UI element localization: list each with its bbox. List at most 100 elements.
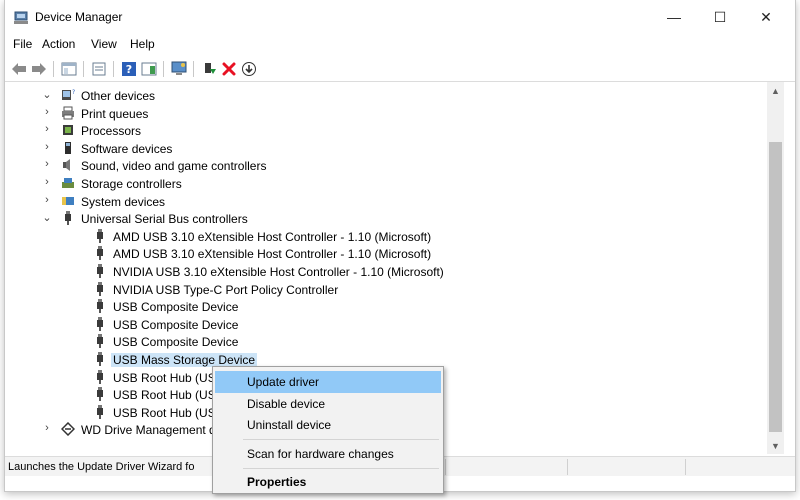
menu-update-driver-label: Update driver [247,375,320,389]
menu-scan-hardware[interactable]: Scan for hardware changes [215,443,441,465]
tree-row[interactable]: AMD USB 3.10 eXtensible Host Controller … [5,227,767,245]
usb-icon [93,387,107,402]
speaker-icon [61,158,75,172]
tree-row-label: Other devices [81,89,156,103]
system-device-icon [61,194,75,208]
chevron-down-icon[interactable]: ⌄ [41,87,53,101]
tree-row-label: Print queues [81,106,149,121]
tree-row[interactable]: › Storage controllers [5,174,767,192]
tree-row-label: Processors [81,124,142,139]
help-icon[interactable]: ? [119,59,139,79]
forward-icon[interactable] [29,59,49,79]
chevron-right-icon[interactable]: › [41,105,53,119]
tree-row-label: NVIDIA USB 3.10 eXtensible Host Controll… [113,265,444,279]
chevron-right-icon[interactable]: › [41,175,53,189]
scroll-down-button[interactable]: ▼ [767,437,784,454]
tree-row[interactable]: ⌄ Universal Serial Bus controllers [5,209,767,227]
usb-icon [93,352,107,366]
tree-row-label: Sound, video and game controllers [81,159,267,174]
tree-row[interactable]: USB Composite Device [5,332,767,350]
menu-uninstall-device-label: Uninstall device [247,418,332,432]
maximize-button[interactable]: ☐ [697,0,743,34]
update-driver-icon[interactable] [199,59,219,79]
tree-row[interactable]: › Processors [5,121,767,139]
usb-icon [93,404,107,419]
chevron-right-icon[interactable]: › [41,421,53,435]
toolbar: ? [5,56,795,82]
printer-icon [61,106,75,120]
tree-row[interactable]: › Sound, video and game controllers [5,156,767,174]
software-device-icon [61,141,75,155]
action-pane-icon[interactable] [139,59,159,79]
minimize-button[interactable]: — [651,0,697,34]
tree-row-label: Software devices [81,141,173,156]
vertical-scrollbar[interactable]: ▲ ▼ [767,82,784,454]
device-manager-icon [14,11,28,24]
usb-icon [93,334,107,349]
chevron-right-icon[interactable]: › [41,157,53,171]
tree-row-label: Storage controllers [81,177,182,191]
tree-row[interactable]: USB Composite Device [5,297,767,315]
menu-properties[interactable]: Properties [215,471,441,493]
scan-hardware-icon[interactable] [169,59,189,79]
tree-row[interactable]: NVIDIA USB Type-C Port Policy Controller [5,280,767,298]
tree-row-label: WD Drive Management de [81,423,223,438]
menu-help[interactable]: Help [130,37,155,51]
unknown-device-icon: ? [61,88,75,102]
tree-row-label: USB Composite Device [113,317,239,332]
usb-icon [93,246,107,261]
scroll-up-button[interactable]: ▲ [767,82,784,99]
storage-controller-icon [61,176,75,190]
uninstall-icon[interactable] [219,59,239,79]
status-text: Launches the Update Driver Wizard fo [8,461,195,473]
chevron-right-icon[interactable]: › [41,140,53,154]
close-button[interactable]: ✕ [743,0,789,34]
tree-row-label: NVIDIA USB Type-C Port Policy Controller [113,282,339,297]
scroll-thumb[interactable] [769,142,782,432]
show-hide-console-tree-icon[interactable] [59,59,79,79]
title-bar[interactable]: Device Manager — ☐ ✕ [5,0,795,34]
usb-icon [61,211,75,226]
back-icon[interactable] [9,59,29,79]
tree-row-label: USB Composite Device [113,300,239,315]
chevron-right-icon[interactable]: › [41,193,53,207]
tree-row-label: USB Composite Device [113,335,239,350]
menu-view[interactable]: View [91,37,117,51]
tree-row-label: AMD USB 3.10 eXtensible Host Controller … [113,247,432,262]
tree-row[interactable]: AMD USB 3.10 eXtensible Host Controller … [5,244,767,262]
menu-file[interactable]: File [13,37,32,51]
menu-bar: File Action View Help [5,34,795,54]
usb-icon [93,281,107,296]
chevron-right-icon[interactable]: › [41,122,53,136]
tree-row-label: System devices [81,194,166,209]
svg-text:?: ? [72,89,75,96]
properties-icon[interactable] [89,59,109,79]
usb-icon [93,299,107,314]
chevron-down-icon[interactable]: ⌄ [41,210,53,224]
tree-row-label: Universal Serial Bus controllers [81,212,248,227]
menu-properties-label: Properties [247,475,307,489]
wd-drive-icon [60,422,76,437]
menu-disable-device[interactable]: Disable device [215,393,441,415]
menu-disable-device-label: Disable device [247,397,326,411]
context-menu: Update driver Disable device Uninstall d… [212,366,444,494]
menu-uninstall-device[interactable]: Uninstall device [215,414,441,436]
tree-row[interactable]: › System devices [5,192,767,210]
tree-row[interactable]: ⌄? Other devices [5,86,767,104]
tree-row[interactable]: USB Composite Device [5,315,767,333]
usb-icon [93,264,107,278]
menu-update-driver[interactable]: Update driver [215,371,441,393]
usb-icon [93,369,107,384]
svg-text:?: ? [126,63,132,76]
usb-icon [93,316,107,331]
tree-row[interactable]: NVIDIA USB 3.10 eXtensible Host Controll… [5,262,767,280]
tree-row[interactable]: › Print queues [5,104,767,122]
tree-row-label: USB Mass Storage Device [111,353,258,367]
usb-icon [93,228,107,243]
menu-scan-hardware-label: Scan for hardware changes [247,447,394,461]
tree-row[interactable]: › Software devices [5,139,767,157]
download-icon[interactable] [239,59,259,79]
menu-action[interactable]: Action [42,37,75,51]
window-title: Device Manager [35,10,123,24]
processor-icon [61,123,75,137]
